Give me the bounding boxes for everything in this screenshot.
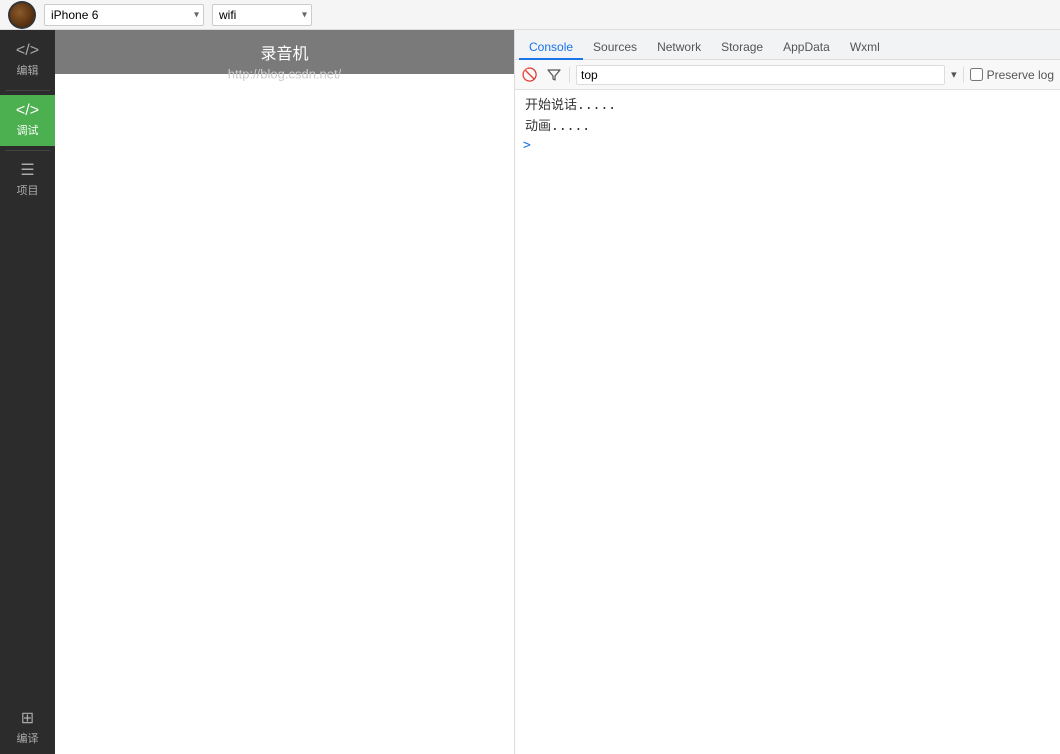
device-select-wrapper[interactable]: iPhone 6: [44, 4, 204, 26]
sidebar-label-editor: 编辑: [17, 62, 39, 78]
phone-title-text: 录音机: [260, 40, 308, 64]
sidebar-item-debug[interactable]: </> 调试: [0, 95, 55, 146]
sidebar-label-project: 项目: [17, 182, 39, 198]
devtools-console: 开始说话..... 动画.....: [515, 90, 1060, 754]
toolbar-divider-2: [963, 67, 964, 83]
no-entry-icon[interactable]: 🚫: [521, 66, 539, 84]
tab-wxml-label: Wxml: [850, 40, 880, 54]
tab-appdata-label: AppData: [783, 40, 830, 54]
sidebar-divider-1: [6, 90, 50, 91]
preserve-log-checkbox[interactable]: [970, 68, 983, 81]
sidebar-divider-2: [6, 150, 50, 151]
wifi-select-wrapper[interactable]: wifi: [212, 4, 312, 26]
tab-network[interactable]: Network: [647, 36, 711, 60]
main-area: </> 编辑 </> 调试 ☰ 项目 ⊞ 编译 录音机 http://blog.…: [0, 30, 1060, 754]
sidebar-label-debug: 调试: [17, 122, 39, 138]
sidebar-item-editor[interactable]: </> 编辑: [0, 35, 55, 86]
sidebar: </> 编辑 </> 调试 ☰ 项目 ⊞ 编译: [0, 30, 55, 754]
phone-area: 录音机 http://blog.csdn.net/: [55, 30, 515, 754]
filter-icon[interactable]: [545, 66, 563, 84]
tab-console[interactable]: Console: [519, 36, 583, 60]
sidebar-item-project[interactable]: ☰ 项目: [0, 155, 55, 206]
phone-titlebar: 录音机: [55, 30, 514, 74]
tab-sources[interactable]: Sources: [583, 36, 647, 60]
console-line-0: 开始说话.....: [523, 96, 1052, 117]
console-line-1: 动画.....: [523, 117, 1052, 138]
devtools-toolbar: 🚫 ▾ Preserve log: [515, 60, 1060, 90]
tab-console-label: Console: [529, 40, 573, 54]
sidebar-label-compile: 编译: [17, 730, 39, 746]
tab-appdata[interactable]: AppData: [773, 36, 840, 60]
filter-arrow-icon[interactable]: ▾: [951, 68, 957, 81]
sidebar-item-compile[interactable]: ⊞ 编译: [0, 703, 55, 754]
devtools-panel: Console Sources Network Storage AppData …: [515, 30, 1060, 754]
preserve-log-text: Preserve log: [987, 68, 1054, 82]
compile-icon: ⊞: [21, 711, 34, 727]
filter-input[interactable]: [576, 65, 945, 85]
device-select[interactable]: iPhone 6: [44, 4, 204, 26]
wifi-select[interactable]: wifi: [212, 4, 312, 26]
toolbar-divider-1: [569, 67, 570, 83]
preserve-log-label[interactable]: Preserve log: [970, 68, 1054, 82]
tab-network-label: Network: [657, 40, 701, 54]
debug-icon: </>: [16, 103, 39, 119]
tab-storage-label: Storage: [721, 40, 763, 54]
console-prompt[interactable]: [523, 138, 1052, 153]
project-icon: ☰: [20, 163, 34, 179]
phone-screen: 录音机 http://blog.csdn.net/: [55, 30, 514, 754]
avatar: [8, 1, 36, 29]
tab-storage[interactable]: Storage: [711, 36, 773, 60]
devtools-tabs: Console Sources Network Storage AppData …: [515, 30, 1060, 60]
tab-sources-label: Sources: [593, 40, 637, 54]
top-toolbar: iPhone 6 wifi: [0, 0, 1060, 30]
editor-icon: </>: [16, 43, 39, 59]
tab-wxml[interactable]: Wxml: [840, 36, 890, 60]
